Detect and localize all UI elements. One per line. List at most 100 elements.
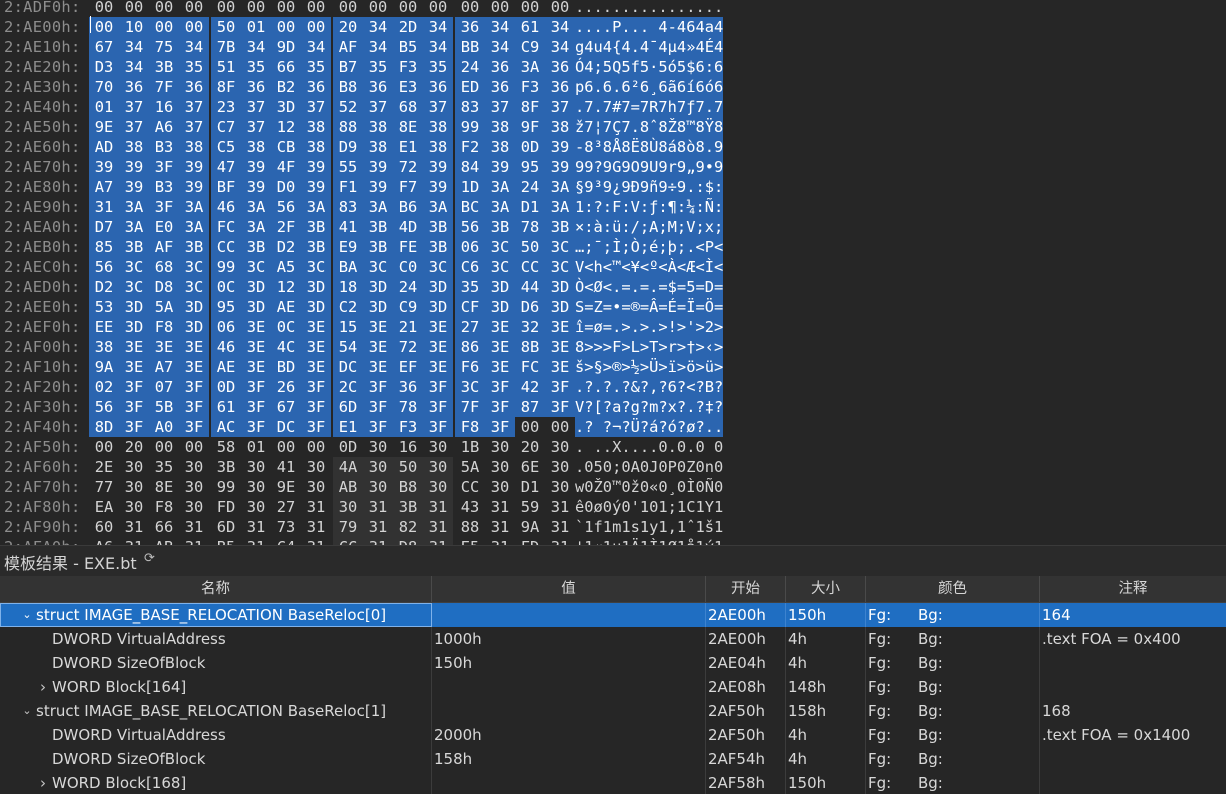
hex-byte[interactable]: 31 xyxy=(301,537,331,545)
hex-byte[interactable]: 6D xyxy=(211,517,241,537)
hex-row[interactable]: 2:AE80h: A7 39 B3 39 BF 39 D0 39 F1 39 F7 39 1D 3A 24 3A… xyxy=(0,177,1226,197)
fg-color-label[interactable]: Fg: xyxy=(868,651,891,675)
hex-byte[interactable]: 38 xyxy=(179,137,209,157)
hex-byte[interactable]: 68 xyxy=(149,257,179,277)
hex-byte[interactable]: 00 xyxy=(271,0,301,17)
hex-byte[interactable]: 34 xyxy=(485,37,515,57)
hex-byte[interactable]: 34 xyxy=(363,37,393,57)
hex-byte[interactable]: 39 xyxy=(423,177,453,197)
hex-byte[interactable]: 7F xyxy=(455,397,485,417)
hex-byte[interactable]: D1 xyxy=(515,197,545,217)
hex-byte[interactable]: F3 xyxy=(393,57,423,77)
hex-editor-pane[interactable]: 2:ADF0h: 00 00 00 00 00 00 00 00 00 00 00 00 00 00 00 00… xyxy=(0,0,1226,545)
hex-byte[interactable]: 3E xyxy=(485,317,515,337)
hex-byte[interactable]: BC xyxy=(455,197,485,217)
hex-byte[interactable]: 32 xyxy=(515,317,545,337)
hex-byte[interactable]: 46 xyxy=(211,337,241,357)
hex-row[interactable]: 2:AED0h: D2 3C D8 3C 0C 3D 12 3D 18 3D 24 3D 35 3D 44 3D… xyxy=(0,277,1226,297)
hex-byte[interactable]: 3E xyxy=(241,317,271,337)
hex-byte[interactable]: 39 xyxy=(301,157,331,177)
hex-byte[interactable]: F8 xyxy=(455,417,485,437)
hex-byte[interactable]: 30 xyxy=(301,477,331,497)
hex-byte[interactable]: D9 xyxy=(333,137,363,157)
hex-byte[interactable]: 34 xyxy=(545,17,575,37)
hex-byte[interactable]: F1 xyxy=(333,177,363,197)
hex-byte[interactable]: 9F xyxy=(515,117,545,137)
hex-byte[interactable]: 27 xyxy=(271,497,301,517)
hex-byte[interactable]: 3B xyxy=(423,217,453,237)
hex-byte[interactable]: 37 xyxy=(119,97,149,117)
hex-byte[interactable]: 37 xyxy=(485,97,515,117)
hex-byte[interactable]: 00 xyxy=(455,0,485,17)
hex-byte[interactable]: B8 xyxy=(333,77,363,97)
hex-byte[interactable]: 01 xyxy=(241,17,271,37)
bg-color-label[interactable]: Bg: xyxy=(918,603,943,627)
hex-ascii[interactable]: ¦1«1µ1Ä1Ì1Ø1å1ý1 xyxy=(575,537,723,545)
hex-byte[interactable]: 38 xyxy=(363,137,393,157)
hex-byte[interactable]: 31 xyxy=(179,537,209,545)
hex-byte[interactable]: 30 xyxy=(545,457,575,477)
hex-byte[interactable]: C7 xyxy=(211,117,241,137)
hex-byte[interactable]: 3C xyxy=(363,257,393,277)
hex-byte[interactable]: 00 xyxy=(301,17,331,37)
hex-row[interactable]: 2:AE70h: 39 39 3F 39 47 39 4F 39 55 39 72 39 84 39 95 39… xyxy=(0,157,1226,177)
hex-byte[interactable]: 3E xyxy=(423,357,453,377)
hex-byte[interactable]: 3B xyxy=(211,457,241,477)
hex-byte[interactable]: CB xyxy=(271,137,301,157)
hex-byte[interactable]: 30 xyxy=(241,457,271,477)
hex-byte[interactable]: 38 xyxy=(119,137,149,157)
hex-byte[interactable]: 31 xyxy=(545,497,575,517)
hex-byte[interactable]: 3F xyxy=(423,377,453,397)
hex-byte[interactable]: 31 xyxy=(119,537,149,545)
hex-byte[interactable]: 59 xyxy=(515,497,545,517)
hex-byte[interactable]: 36 xyxy=(241,77,271,97)
hex-byte[interactable]: B3 xyxy=(149,137,179,157)
hex-byte[interactable]: 88 xyxy=(333,117,363,137)
hex-byte[interactable]: 0D xyxy=(515,137,545,157)
hex-byte[interactable]: D3 xyxy=(89,57,119,77)
hex-byte[interactable]: 3E xyxy=(423,337,453,357)
hex-byte[interactable]: 35 xyxy=(301,57,331,77)
hex-byte[interactable]: 31 xyxy=(179,517,209,537)
hex-byte[interactable]: D2 xyxy=(271,237,301,257)
hex-ascii[interactable]: S=Z=•=®=Â=É=Ï=Ö= xyxy=(575,297,724,317)
hex-byte[interactable]: 36 xyxy=(301,77,331,97)
hex-byte[interactable]: 2E xyxy=(89,457,119,477)
hex-byte[interactable]: 24 xyxy=(455,57,485,77)
hex-byte[interactable]: 00 xyxy=(241,0,271,17)
hex-byte[interactable]: F3 xyxy=(393,417,423,437)
hex-row[interactable]: 2:AFA0h:A631AB31B531C431CC31D831E531FD31… xyxy=(0,537,1226,545)
hex-byte[interactable]: 37 xyxy=(119,117,149,137)
hex-byte[interactable]: 3E xyxy=(301,317,331,337)
hex-byte[interactable]: 5B xyxy=(149,397,179,417)
hex-byte[interactable]: 66 xyxy=(149,517,179,537)
hex-byte[interactable]: A0 xyxy=(149,417,179,437)
hex-row[interactable]: 2:AE90h: 31 3A 3F 3A 46 3A 56 3A 83 3A B6 3A BC 3A D1 3A… xyxy=(0,197,1226,217)
hex-byte[interactable]: 3A xyxy=(545,197,575,217)
hex-byte[interactable]: E5 xyxy=(455,537,485,545)
hex-byte[interactable]: C9 xyxy=(393,297,423,317)
hex-byte[interactable]: 9E xyxy=(271,477,301,497)
hex-byte[interactable]: F6 xyxy=(455,357,485,377)
hex-byte[interactable]: 39 xyxy=(179,157,209,177)
hex-byte[interactable]: 3B xyxy=(545,217,575,237)
hex-byte[interactable]: BB xyxy=(455,37,485,57)
hex-byte[interactable]: CC xyxy=(211,237,241,257)
hex-byte[interactable]: 66 xyxy=(271,57,301,77)
hex-row[interactable]: 2:AE10h: 67 34 75 34 7B 34 9D 34 AF 34 B5 34 BB 34 C9 34… xyxy=(0,37,1226,57)
hex-byte[interactable]: 31 xyxy=(363,517,393,537)
hex-byte[interactable]: 00 xyxy=(211,0,241,17)
hex-byte[interactable]: 78 xyxy=(393,397,423,417)
hex-byte[interactable]: 00 xyxy=(149,0,179,17)
hex-byte[interactable]: CC xyxy=(455,477,485,497)
hex-byte[interactable]: 85 xyxy=(89,237,119,257)
hex-byte[interactable]: 31 xyxy=(241,537,271,545)
hex-byte[interactable]: 18 xyxy=(333,277,363,297)
hex-ascii[interactable]: ................ xyxy=(575,0,723,17)
hex-byte[interactable]: 3C xyxy=(119,257,149,277)
hex-byte[interactable]: 3A xyxy=(363,197,393,217)
hex-byte[interactable]: 3D xyxy=(423,277,453,297)
hex-byte[interactable]: 99 xyxy=(211,477,241,497)
hex-byte[interactable]: 3E xyxy=(545,357,575,377)
hex-byte[interactable]: 3B xyxy=(363,237,393,257)
